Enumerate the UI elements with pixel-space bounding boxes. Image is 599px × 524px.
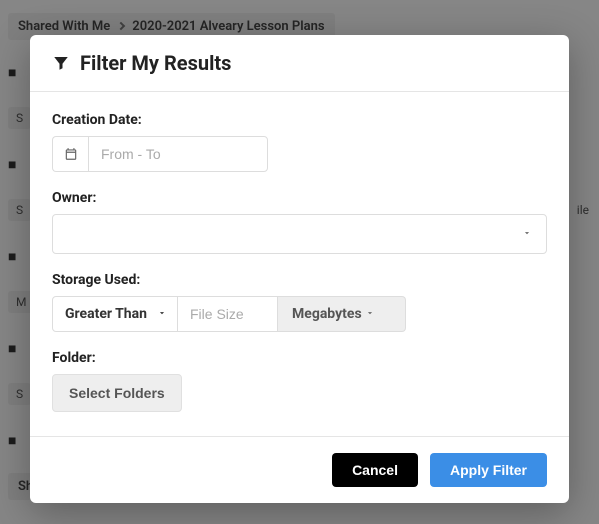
chevron-down-icon bbox=[522, 226, 532, 242]
filter-modal: Filter My Results Creation Date: Owner: … bbox=[30, 35, 569, 503]
storage-row: Greater Than Megabytes bbox=[52, 296, 547, 332]
modal-header: Filter My Results bbox=[30, 35, 569, 92]
modal-title: Filter My Results bbox=[80, 51, 231, 75]
modal-body: Creation Date: Owner: Storage Used: Grea… bbox=[30, 92, 569, 436]
owner-select[interactable] bbox=[52, 214, 547, 254]
folder-group: Folder: Select Folders bbox=[52, 350, 547, 412]
calendar-icon bbox=[52, 136, 88, 172]
chevron-down-icon bbox=[365, 306, 375, 322]
select-folders-button[interactable]: Select Folders bbox=[52, 374, 182, 412]
folder-label: Folder: bbox=[52, 350, 547, 366]
creation-date-label: Creation Date: bbox=[52, 112, 547, 128]
date-range-input[interactable] bbox=[88, 136, 268, 172]
comparator-select[interactable]: Greater Than bbox=[52, 296, 178, 332]
unit-select[interactable]: Megabytes bbox=[278, 296, 406, 332]
unit-value: Megabytes bbox=[292, 306, 362, 322]
storage-label: Storage Used: bbox=[52, 272, 547, 288]
file-size-input[interactable] bbox=[178, 296, 278, 332]
modal-footer: Cancel Apply Filter bbox=[30, 436, 569, 503]
owner-label: Owner: bbox=[52, 190, 547, 206]
owner-group: Owner: bbox=[52, 190, 547, 254]
chevron-down-icon bbox=[157, 306, 167, 322]
cancel-button[interactable]: Cancel bbox=[332, 453, 418, 487]
apply-filter-button[interactable]: Apply Filter bbox=[430, 453, 547, 487]
date-input-group bbox=[52, 136, 547, 172]
comparator-value: Greater Than bbox=[65, 306, 147, 322]
creation-date-group: Creation Date: bbox=[52, 112, 547, 172]
storage-group: Storage Used: Greater Than Megabytes bbox=[52, 272, 547, 332]
filter-icon bbox=[52, 54, 70, 72]
